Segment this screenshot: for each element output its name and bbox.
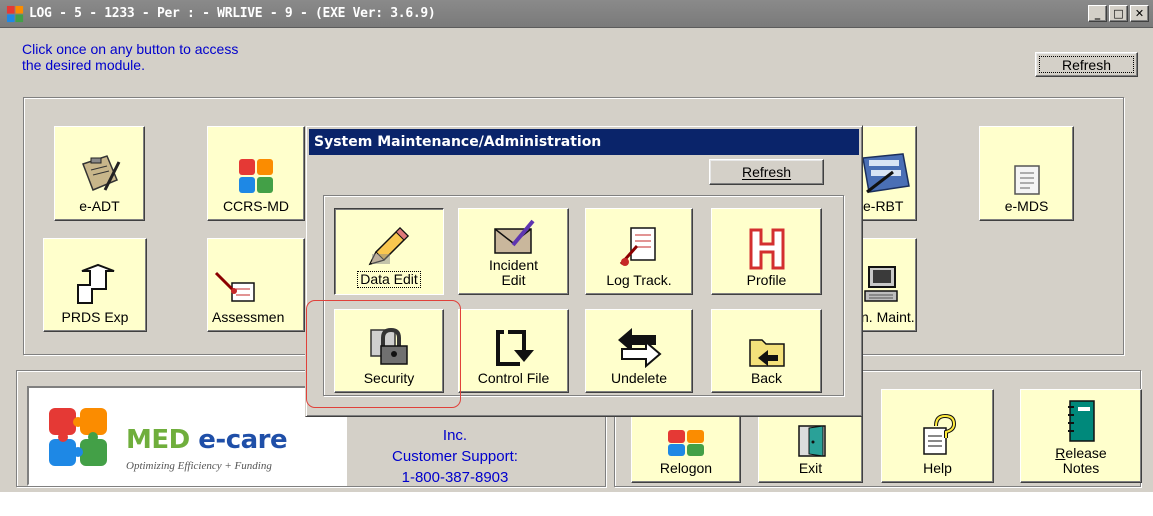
medecare-logo: MED e-care Optimizing Efficiency + Fundi… <box>27 386 347 486</box>
incident-edit-label-line1: Incident <box>488 257 539 273</box>
incident-edit-label-line2: Edit <box>501 272 526 288</box>
assessment-icon <box>214 271 255 302</box>
system-maint-label: n. Maint. <box>861 309 915 325</box>
ccrs-md-button[interactable]: CCRS-MD <box>207 126 305 221</box>
help-button[interactable]: Help <box>881 389 994 483</box>
prds-exp-button[interactable]: PRDS Exp <box>43 238 147 332</box>
h-icon <box>749 228 784 270</box>
back-label: Back <box>750 370 783 386</box>
computer-icon <box>864 266 898 302</box>
help-icon <box>922 414 956 455</box>
help-label: Help <box>923 460 952 476</box>
e-rbt-label: e-RBT <box>863 198 904 214</box>
pencil-eraser-icon <box>368 226 410 266</box>
exit-label: Exit <box>798 460 823 476</box>
padlock-icon <box>370 327 408 365</box>
release-notes-label-tail: elease <box>1065 445 1107 461</box>
e-adt-label: e-ADT <box>79 198 120 214</box>
release-notes-label-line2: Notes <box>1062 460 1100 476</box>
incident-edit-button[interactable]: Incident Edit <box>458 208 569 295</box>
log-track-label: Log Track. <box>606 272 672 288</box>
security-label: Security <box>363 370 415 386</box>
maximize-button[interactable]: □ <box>1109 5 1128 22</box>
data-edit-label: Data Edit <box>357 271 421 288</box>
data-edit-button[interactable]: Data Edit <box>334 208 444 295</box>
undelete-button[interactable]: Undelete <box>585 309 693 393</box>
close-icon: ✕ <box>1134 7 1145 20</box>
swap-arrows-icon <box>618 328 662 368</box>
e-mds-button[interactable]: e-MDS <box>979 126 1074 221</box>
support-phone: 1-800-387-8903 <box>401 469 509 486</box>
log-track-icon <box>619 227 656 266</box>
minimize-icon: _ <box>1094 7 1101 20</box>
system-maint-button[interactable]: n. Maint. <box>858 238 917 332</box>
instructions-line1: Click once on any button to access <box>22 41 239 57</box>
puzzle-logo-icon <box>239 159 273 193</box>
support-company: Inc. <box>442 427 468 444</box>
envelope-pen-icon <box>493 219 535 254</box>
control-file-label: Control File <box>477 370 550 386</box>
clipboard-pen-icon <box>81 155 120 191</box>
e-mds-label: e-MDS <box>1004 198 1049 214</box>
control-arrow-icon <box>495 330 534 366</box>
folder-back-icon <box>748 339 785 367</box>
export-arrow-icon <box>77 263 115 304</box>
instructions: Click once on any button to access the d… <box>22 41 238 73</box>
ccrs-md-label: CCRS-MD <box>222 198 290 214</box>
security-button[interactable]: Security <box>334 309 444 393</box>
close-button[interactable]: ✕ <box>1130 5 1149 22</box>
instructions-line2: the desired module. <box>22 57 145 73</box>
keyboard-icon <box>863 153 910 194</box>
maximize-icon: □ <box>1113 7 1124 20</box>
relogon-label: Relogon <box>659 460 713 476</box>
assessment-label: Assessmen <box>212 309 285 325</box>
back-button[interactable]: Back <box>711 309 822 393</box>
dialog-refresh-button[interactable]: Refresh <box>709 159 824 185</box>
app-logo-icon <box>6 5 24 23</box>
control-file-button[interactable]: Control File <box>458 309 569 393</box>
puzzle-logo-icon <box>668 430 704 456</box>
assessment-button[interactable]: Assessmen <box>207 238 305 332</box>
support-label: Customer Support: <box>392 448 518 465</box>
dialog-refresh-label: Refresh <box>741 164 792 180</box>
profile-label: Profile <box>746 272 787 288</box>
minimize-button[interactable]: _ <box>1088 5 1107 22</box>
e-adt-button[interactable]: e-ADT <box>54 126 145 221</box>
notebook-icon <box>1068 400 1095 442</box>
prds-exp-label: PRDS Exp <box>61 309 129 325</box>
log-track-button[interactable]: Log Track. <box>585 208 693 295</box>
logo-wordmark: MED e-care <box>126 425 288 455</box>
profile-button[interactable]: Profile <box>711 208 822 295</box>
logo-ecare: e-care <box>198 425 288 455</box>
main-refresh-label: Refresh <box>1061 56 1112 73</box>
exit-door-icon <box>797 425 826 457</box>
logo-tagline: Optimizing Efficiency + Funding <box>126 460 272 472</box>
release-notes-label-line1: Release <box>1055 445 1107 461</box>
title-bar[interactable]: LOG - 5 - 1233 - Per : - WRLIVE - 9 - (E… <box>0 0 1153 28</box>
puzzle-logo-icon <box>49 408 107 466</box>
customer-support: Inc. Customer Support: 1-800-387-8903 <box>355 425 555 488</box>
window-title: LOG - 5 - 1233 - Per : - WRLIVE - 9 - (E… <box>29 6 436 21</box>
release-notes-button[interactable]: Release Notes <box>1020 389 1142 483</box>
e-rbt-button[interactable]: e-RBT <box>858 126 917 221</box>
document-icon <box>1013 165 1040 195</box>
main-refresh-button[interactable]: Refresh <box>1035 52 1138 77</box>
logo-med: MED <box>126 425 190 455</box>
system-maintenance-dialog: System Maintenance/Administration Refres… <box>305 125 863 417</box>
dialog-title[interactable]: System Maintenance/Administration <box>309 129 859 155</box>
undelete-label: Undelete <box>610 370 668 386</box>
